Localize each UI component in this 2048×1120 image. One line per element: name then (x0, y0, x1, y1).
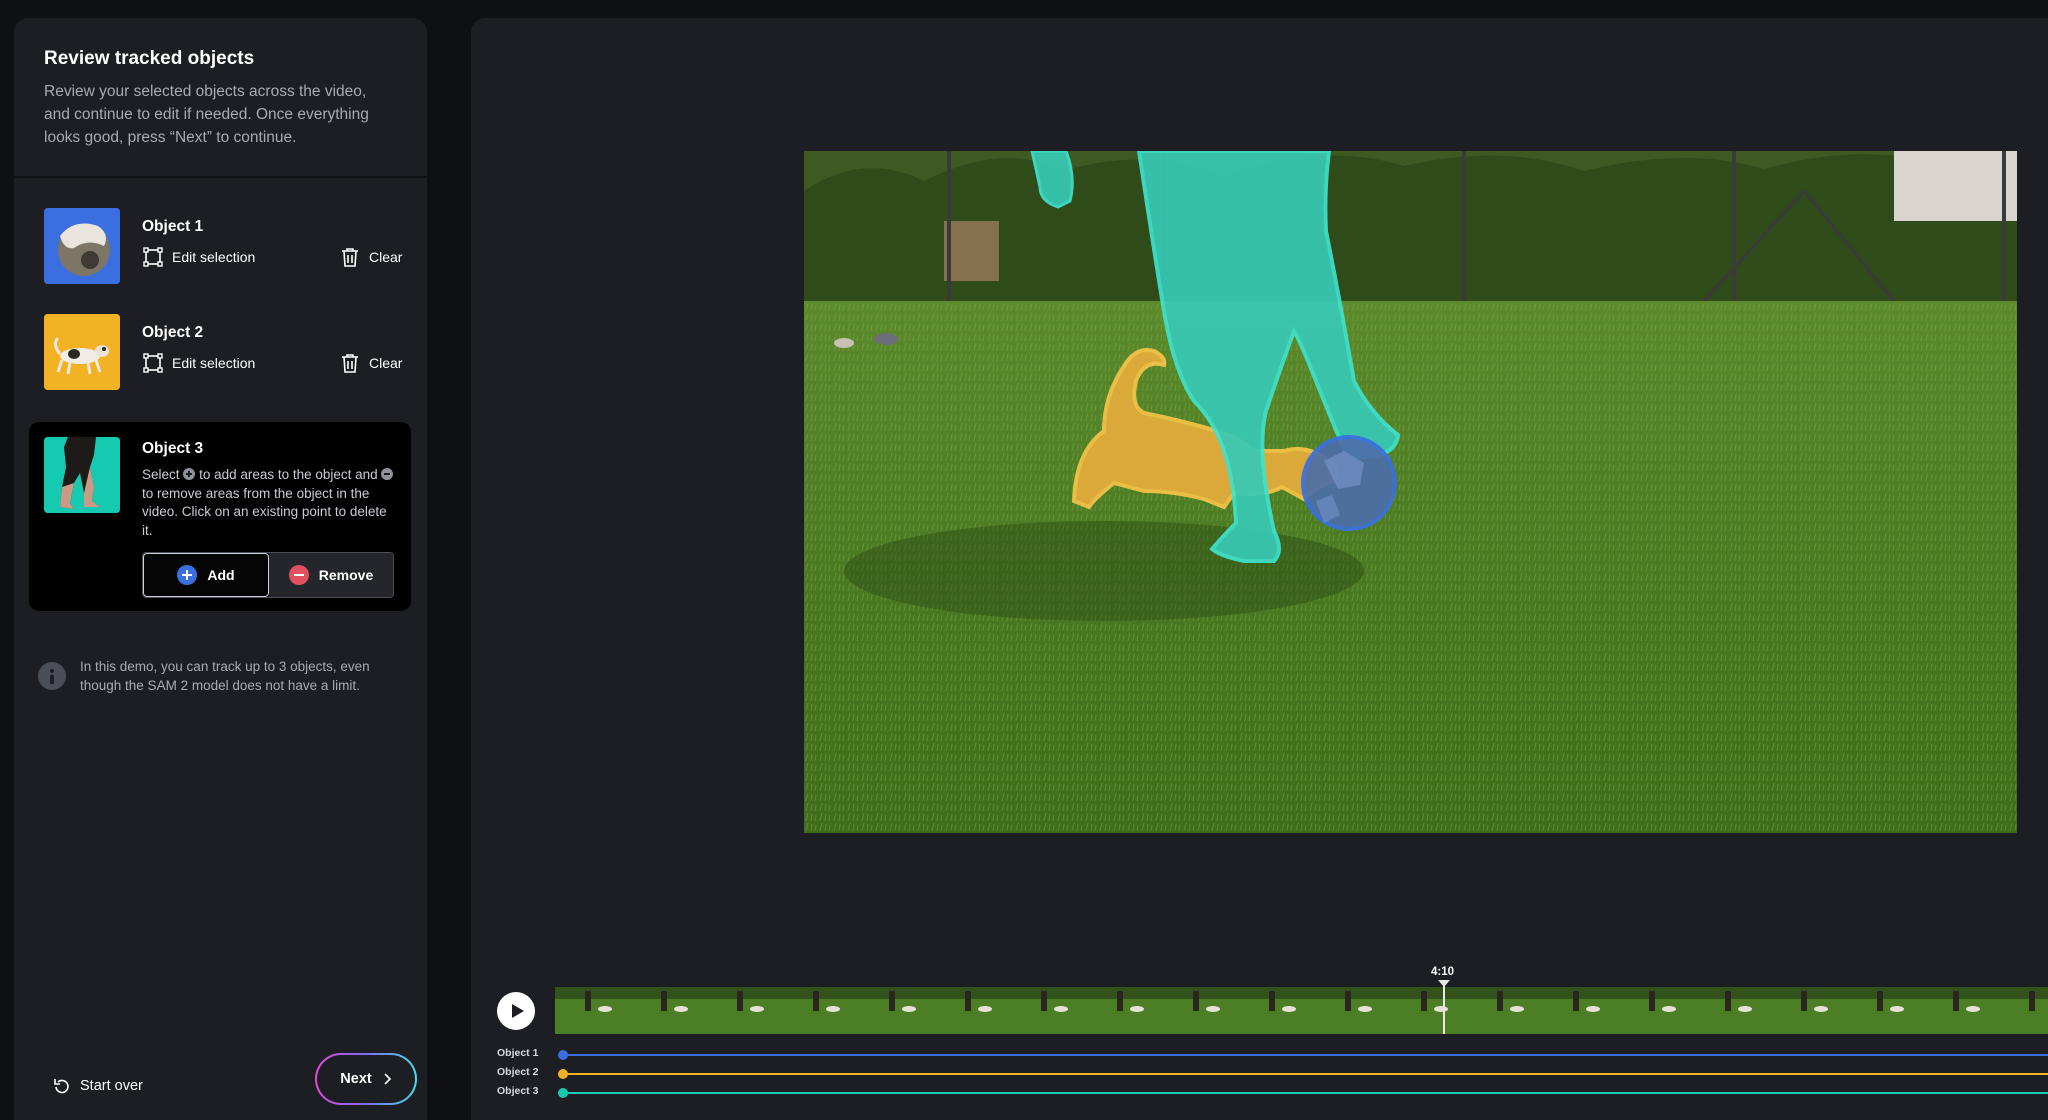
current-time-label: 4:10 (1431, 966, 1455, 978)
object-2-name: Object 2 (142, 324, 204, 341)
add-remove-toggle: Add Remove (142, 552, 394, 598)
restart-icon (54, 1079, 69, 1094)
next-button[interactable]: Next (315, 1053, 417, 1105)
object-row-2: Object 2 Edit selection Clear (44, 314, 404, 390)
track-label: Object 3 (497, 1085, 539, 1097)
clear-label: Clear (369, 355, 403, 371)
track-label: Object 1 (497, 1047, 539, 1059)
playhead-handle[interactable] (1438, 980, 1450, 1034)
edit-selection-icon (143, 247, 163, 267)
edit-selection-label: Edit selection (172, 249, 256, 265)
filmstrip-frames (555, 987, 2048, 1034)
info-icon (38, 662, 66, 690)
clear-button-1[interactable]: Clear (339, 246, 402, 268)
edit-selection-label: Edit selection (172, 355, 256, 371)
help-text-part-1: Select (142, 467, 180, 482)
track-row-object-3[interactable]: Object 3 (497, 1085, 2048, 1101)
add-label: Add (207, 567, 235, 583)
start-over-label: Start over (80, 1078, 143, 1094)
trash-icon (342, 354, 358, 373)
track-line (563, 1092, 2048, 1094)
video-workspace: 4:10 Object 1 Object 2 Object 3 (471, 18, 2048, 1120)
remove-point-icon (381, 468, 394, 480)
edit-selection-icon (143, 353, 163, 373)
timeline-filmstrip[interactable] (555, 987, 2048, 1034)
track-row-object-1[interactable]: Object 1 (497, 1047, 2048, 1063)
object-3-thumbnail[interactable] (44, 437, 120, 513)
track-row-object-2[interactable]: Object 2 (497, 1066, 2048, 1082)
panel-title: Review tracked objects (44, 48, 255, 69)
minus-circle-icon (288, 565, 309, 585)
clear-label: Clear (369, 249, 403, 265)
trash-icon (342, 248, 358, 267)
info-note-text: In this demo, you can track up to 3 obje… (80, 659, 370, 693)
play-button[interactable] (497, 992, 535, 1030)
object-1-thumbnail[interactable] (44, 208, 120, 284)
object-3-instructions: Select to add areas to the object and to… (142, 466, 400, 540)
start-over-button[interactable]: Start over (52, 1076, 143, 1096)
object-2-thumbnail[interactable] (44, 314, 120, 390)
video-frame-image (804, 151, 2017, 833)
info-note: In this demo, you can track up to 3 obje… (38, 658, 408, 695)
object-3-name: Object 3 (142, 440, 204, 457)
next-label: Next (340, 1071, 372, 1087)
object-row-1: Object 1 Edit selection Clear (44, 208, 404, 284)
edit-selection-button-2[interactable]: Edit selection (142, 352, 255, 374)
object-3-card: Object 3 Select to add areas to the obje… (29, 422, 411, 611)
help-text-part-3: to remove areas from the object in the v… (142, 485, 387, 538)
sidebar-panel: Review tracked objects Review your selec… (14, 18, 427, 1120)
sidebar-header: Review tracked objects Review your selec… (14, 18, 427, 178)
video-preview[interactable] (804, 151, 2017, 833)
track-line (563, 1073, 2048, 1075)
add-point-icon (183, 468, 196, 480)
help-text-part-2: to add areas to the object and (199, 467, 378, 482)
panel-description: Review your selected objects across the … (44, 83, 369, 146)
track-line (563, 1054, 2048, 1056)
chevron-right-icon (384, 1073, 391, 1085)
add-button[interactable]: Add (143, 553, 269, 597)
remove-button[interactable]: Remove (269, 553, 393, 597)
plus-circle-icon (177, 565, 198, 585)
track-label: Object 2 (497, 1066, 539, 1078)
clear-button-2[interactable]: Clear (339, 352, 402, 374)
object-1-name: Object 1 (142, 218, 204, 235)
remove-label: Remove (318, 567, 374, 583)
edit-selection-button-1[interactable]: Edit selection (142, 246, 255, 268)
